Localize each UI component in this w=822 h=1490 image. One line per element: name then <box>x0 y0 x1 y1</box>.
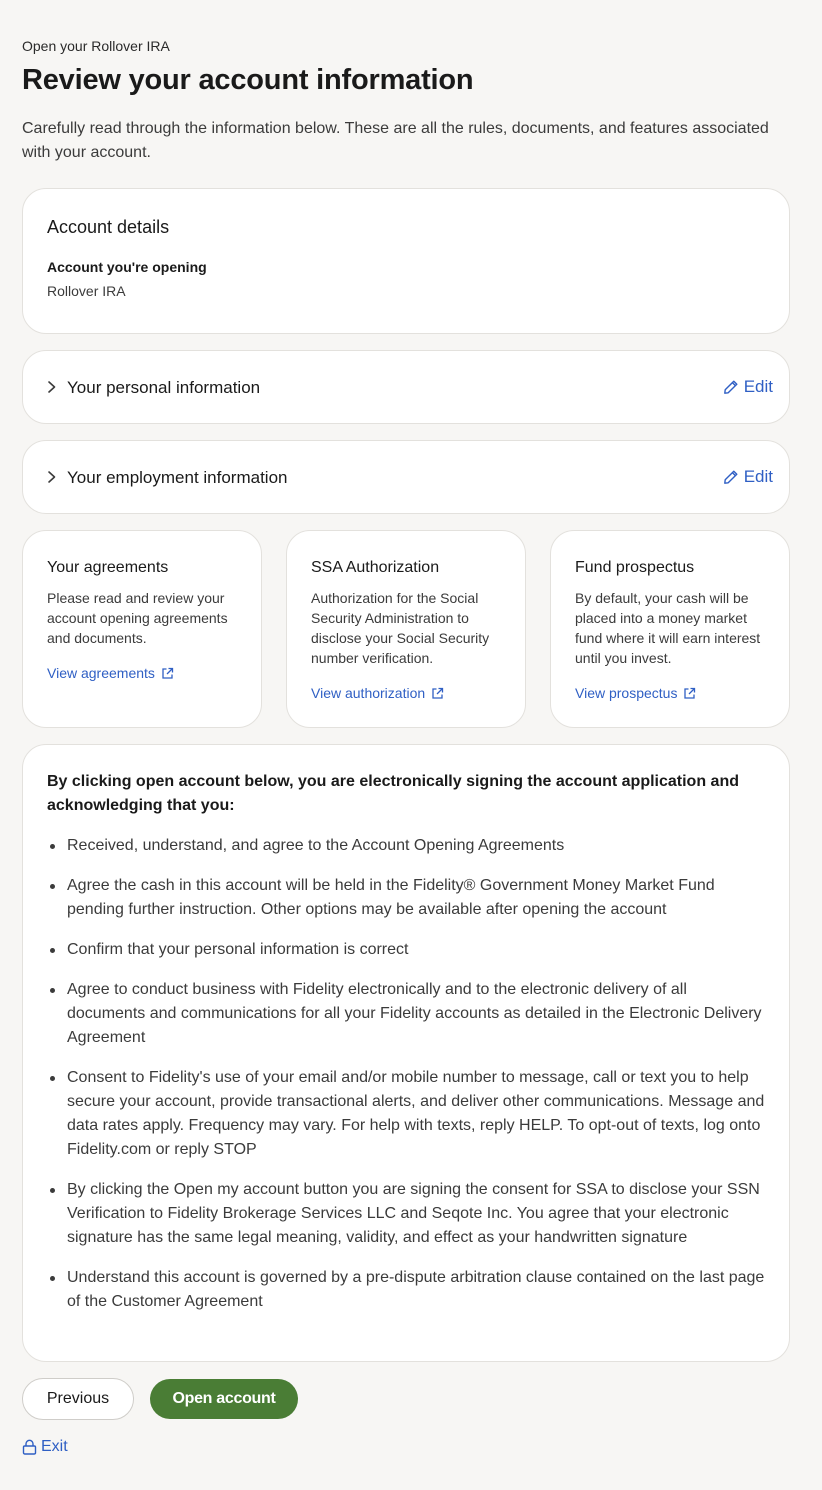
ssa-authorization-card: SSA Authorization Authorization for the … <box>286 530 526 728</box>
terms-card: By clicking open account below, you are … <box>22 744 790 1362</box>
account-details-card: Account details Account you're opening R… <box>22 188 790 334</box>
agreements-card: Your agreements Please read and review y… <box>22 530 262 728</box>
edit-label[interactable]: Edit <box>744 467 773 487</box>
terms-item: Consent to Fidelity's use of your email … <box>47 1066 767 1162</box>
chevron-right-icon[interactable] <box>45 469 59 485</box>
external-link-icon <box>684 687 696 699</box>
open-account-button[interactable]: Open account <box>150 1379 298 1419</box>
view-agreements-label[interactable]: View agreements <box>47 665 155 681</box>
breadcrumb: Open your Rollover IRA <box>22 38 170 54</box>
terms-item: Agree to conduct business with Fidelity … <box>47 978 767 1050</box>
exit-link[interactable]: Exit <box>22 1438 68 1456</box>
terms-item: Agree the cash in this account will be h… <box>47 874 767 922</box>
terms-heading: By clicking open account below, you are … <box>47 773 739 814</box>
pencil-icon <box>723 470 738 484</box>
edit-personal-info-link[interactable]: Edit <box>723 377 773 397</box>
external-link-icon <box>162 667 174 679</box>
account-type-value: Rollover IRA <box>47 283 126 299</box>
agreements-description: Please read and review your account open… <box>47 590 228 646</box>
view-prospectus-label[interactable]: View prospectus <box>575 685 677 701</box>
view-authorization-label[interactable]: View authorization <box>311 685 425 701</box>
ssa-authorization-description: Authorization for the Social Security Ad… <box>311 590 490 666</box>
employment-info-title[interactable]: Your employment information <box>67 468 288 488</box>
exit-label[interactable]: Exit <box>41 1438 68 1456</box>
chevron-right-icon[interactable] <box>45 379 59 395</box>
terms-list: Received, understand, and agree to the A… <box>47 834 767 1330</box>
employment-info-section[interactable]: Your employment information Edit <box>22 440 790 514</box>
view-authorization-link[interactable]: View authorization <box>311 685 444 701</box>
account-type-label: Account you're opening <box>47 259 207 275</box>
previous-button[interactable]: Previous <box>22 1378 134 1420</box>
edit-label[interactable]: Edit <box>744 377 773 397</box>
terms-item: By clicking the Open my account button y… <box>47 1178 767 1250</box>
page-title: Review your account information <box>22 64 474 96</box>
edit-employment-info-link[interactable]: Edit <box>723 467 773 487</box>
fund-prospectus-title: Fund prospectus <box>575 559 695 576</box>
view-agreements-link[interactable]: View agreements <box>47 665 174 681</box>
account-details-heading: Account details <box>47 217 170 237</box>
external-link-icon <box>432 687 444 699</box>
personal-info-title[interactable]: Your personal information <box>67 378 260 398</box>
fund-prospectus-card: Fund prospectus By default, your cash wi… <box>550 530 790 728</box>
ssa-authorization-title: SSA Authorization <box>311 559 440 576</box>
terms-item: Confirm that your personal information i… <box>47 938 767 962</box>
terms-item: Received, understand, and agree to the A… <box>47 834 767 858</box>
pencil-icon <box>723 380 738 394</box>
page-intro: Carefully read through the information b… <box>22 120 769 161</box>
view-prospectus-link[interactable]: View prospectus <box>575 685 696 701</box>
terms-item: Understand this account is governed by a… <box>47 1266 767 1314</box>
agreements-title: Your agreements <box>47 559 169 576</box>
personal-info-section[interactable]: Your personal information Edit <box>22 350 790 424</box>
fund-prospectus-description: By default, your cash will be placed int… <box>575 590 761 666</box>
lock-icon <box>22 1439 37 1455</box>
review-page: Open your Rollover IRA Review your accou… <box>0 0 822 1490</box>
